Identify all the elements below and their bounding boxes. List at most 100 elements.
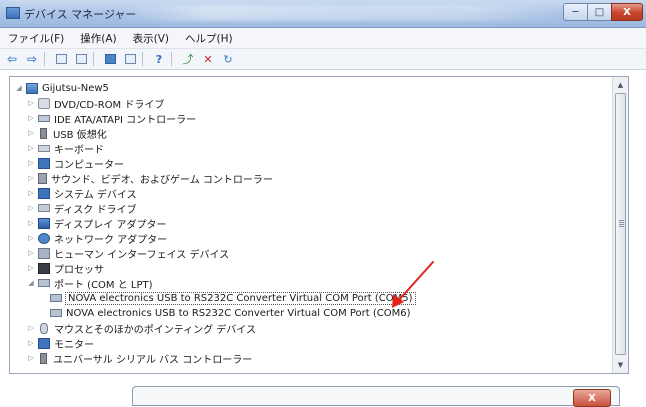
tree-item-com5[interactable]: NOVA electronics USB to RS232C Converter… xyxy=(48,291,416,305)
show-hide-action-pane-icon[interactable] xyxy=(122,52,138,66)
show-hide-console-tree-icon[interactable] xyxy=(53,52,69,66)
tree-root[interactable]: ◢ Gijutsu-New5 xyxy=(14,81,109,95)
scroll-grip-icon xyxy=(619,220,624,227)
tree-item-ide[interactable]: ▷ IDE ATA/ATAPI コントローラー xyxy=(26,111,197,126)
tree-item-dvd[interactable]: ▷ DVD/CD-ROM ドライブ xyxy=(26,96,165,111)
expand-toggle[interactable]: ▷ xyxy=(26,219,36,227)
toolbar-separator xyxy=(171,52,172,66)
expand-toggle[interactable]: ▷ xyxy=(26,174,36,182)
toolbar: ⇦ ⇨ ? ⤴ ✕ ↻ xyxy=(0,49,646,70)
tree-item-label: サウンド、ビデオ、およびゲーム コントローラー xyxy=(51,174,273,186)
menu-view[interactable]: 表示(V) xyxy=(125,31,177,46)
tree-item-computer[interactable]: ▷ コンピューター xyxy=(26,156,124,171)
minimize-button[interactable]: ─ xyxy=(563,3,588,21)
expand-toggle[interactable]: ◢ xyxy=(26,279,36,287)
tree-item-usb-controllers[interactable]: ▷ ユニバーサル シリアル バス コントローラー xyxy=(26,351,253,366)
tree-item-processors[interactable]: ▷ プロセッサ xyxy=(26,261,104,276)
menu-bar: ファイル(F) 操作(A) 表示(V) ヘルプ(H) xyxy=(0,28,646,49)
system-device-icon xyxy=(38,187,50,199)
tree-item-label: ディスプレイ アダプター xyxy=(54,219,167,231)
computer-icon xyxy=(26,82,38,94)
tree-item-system-devices[interactable]: ▷ システム デバイス xyxy=(26,186,137,201)
scan-hardware-help-icon[interactable]: ? xyxy=(151,52,167,66)
expand-toggle[interactable]: ▷ xyxy=(26,324,36,332)
help-icon[interactable] xyxy=(102,52,118,66)
network-adapter-icon xyxy=(38,232,50,244)
optical-drive-icon xyxy=(38,97,50,109)
toolbar-separator xyxy=(142,52,143,66)
processor-icon xyxy=(38,262,50,274)
expand-toggle[interactable]: ▷ xyxy=(26,249,36,257)
expand-toggle[interactable]: ◢ xyxy=(14,84,24,92)
back-arrow-icon[interactable]: ⇦ xyxy=(4,52,20,66)
scroll-thumb[interactable] xyxy=(615,93,626,355)
tree-item-label: システム デバイス xyxy=(54,189,137,201)
update-driver-icon[interactable]: ⤴ xyxy=(180,52,196,66)
expand-toggle[interactable]: ▷ xyxy=(26,189,36,197)
scroll-up-button[interactable]: ▲ xyxy=(614,78,627,92)
hid-icon xyxy=(38,247,50,259)
uninstall-device-icon[interactable]: ✕ xyxy=(200,52,216,66)
expand-toggle[interactable]: ▷ xyxy=(26,234,36,242)
toolbar-separator xyxy=(93,52,94,66)
title-bar[interactable]: デバイス マネージャー ─ □ X xyxy=(0,0,646,28)
tree-item-label: モニター xyxy=(54,339,94,351)
expand-toggle[interactable]: ▷ xyxy=(26,204,36,212)
expand-toggle[interactable]: ▷ xyxy=(26,129,36,137)
tree-item-label: ヒューマン インターフェイス デバイス xyxy=(54,249,230,261)
scan-for-hardware-changes-icon[interactable]: ↻ xyxy=(220,52,236,66)
display-adapter-icon xyxy=(38,217,50,229)
monitor-icon xyxy=(38,337,50,349)
tree-item-label: ディスク ドライブ xyxy=(54,204,137,216)
dialog-close-button[interactable]: X xyxy=(573,389,611,407)
tree-item-sound[interactable]: ▷ サウンド、ビデオ、およびゲーム コントローラー xyxy=(26,171,273,186)
tree-item-label: ユニバーサル シリアル バス コントローラー xyxy=(53,354,253,366)
tree-item-com6[interactable]: NOVA electronics USB to RS232C Converter… xyxy=(48,306,411,320)
expand-toggle[interactable]: ▷ xyxy=(26,144,36,152)
expand-toggle[interactable]: ▷ xyxy=(26,264,36,272)
expand-toggle[interactable]: ▷ xyxy=(26,354,36,362)
tree-item-label: キーボード xyxy=(54,144,104,156)
com-port-icon xyxy=(50,294,62,302)
tree-item-usb-virtual[interactable]: ▷ USB 仮想化 xyxy=(26,126,107,141)
menu-action[interactable]: 操作(A) xyxy=(72,31,124,46)
mouse-icon xyxy=(40,322,48,334)
vertical-scrollbar[interactable]: ▲ ▼ xyxy=(612,77,628,373)
usb-controller-icon xyxy=(40,352,47,364)
disk-drive-icon xyxy=(38,204,50,212)
tree-item-ports[interactable]: ◢ ポート (COM と LPT) xyxy=(26,276,153,291)
expand-toggle[interactable]: ▷ xyxy=(26,159,36,167)
expand-toggle[interactable]: ▷ xyxy=(26,114,36,122)
tree-item-label: IDE ATA/ATAPI コントローラー xyxy=(54,114,197,126)
tree-item-mice[interactable]: ▷ マウスとそのほかのポインティング デバイス xyxy=(26,321,256,336)
maximize-button[interactable]: □ xyxy=(587,3,612,21)
tree-item-label: ポート (COM と LPT) xyxy=(54,279,153,291)
expand-toggle[interactable]: ▷ xyxy=(26,339,36,347)
device-manager-icon xyxy=(6,7,20,19)
tree-item-label: DVD/CD-ROM ドライブ xyxy=(54,99,165,111)
overlapping-dialog[interactable]: X xyxy=(132,386,620,407)
speaker-icon xyxy=(38,172,47,184)
tree-root-label: Gijutsu-New5 xyxy=(42,82,109,94)
title-bar-glass xyxy=(120,5,560,21)
ide-controller-icon xyxy=(38,114,50,122)
expand-toggle[interactable]: ▷ xyxy=(26,99,36,107)
tree-item-label: プロセッサ xyxy=(54,264,104,276)
properties-icon[interactable] xyxy=(73,52,89,66)
tree-item-network-adapters[interactable]: ▷ ネットワーク アダプター xyxy=(26,231,167,246)
close-button[interactable]: X xyxy=(611,3,643,21)
tree-item-label: USB 仮想化 xyxy=(53,129,107,141)
scroll-down-button[interactable]: ▼ xyxy=(614,358,627,372)
tree-item-label: コンピューター xyxy=(54,159,124,171)
tree-item-display-adapters[interactable]: ▷ ディスプレイ アダプター xyxy=(26,216,167,231)
forward-arrow-icon[interactable]: ⇨ xyxy=(24,52,40,66)
tree-item-monitors[interactable]: ▷ モニター xyxy=(26,336,94,351)
com-port-icon xyxy=(50,309,62,317)
usb-icon xyxy=(40,127,47,139)
tree-item-hid[interactable]: ▷ ヒューマン インターフェイス デバイス xyxy=(26,246,230,261)
device-tree[interactable]: ◢ Gijutsu-New5 ▷ DVD/CD-ROM ドライブ ▷ IDE A… xyxy=(9,76,629,374)
menu-file[interactable]: ファイル(F) xyxy=(0,31,72,46)
menu-help[interactable]: ヘルプ(H) xyxy=(177,31,241,46)
tree-item-keyboard[interactable]: ▷ キーボード xyxy=(26,141,104,156)
tree-item-disk-drives[interactable]: ▷ ディスク ドライブ xyxy=(26,201,137,216)
